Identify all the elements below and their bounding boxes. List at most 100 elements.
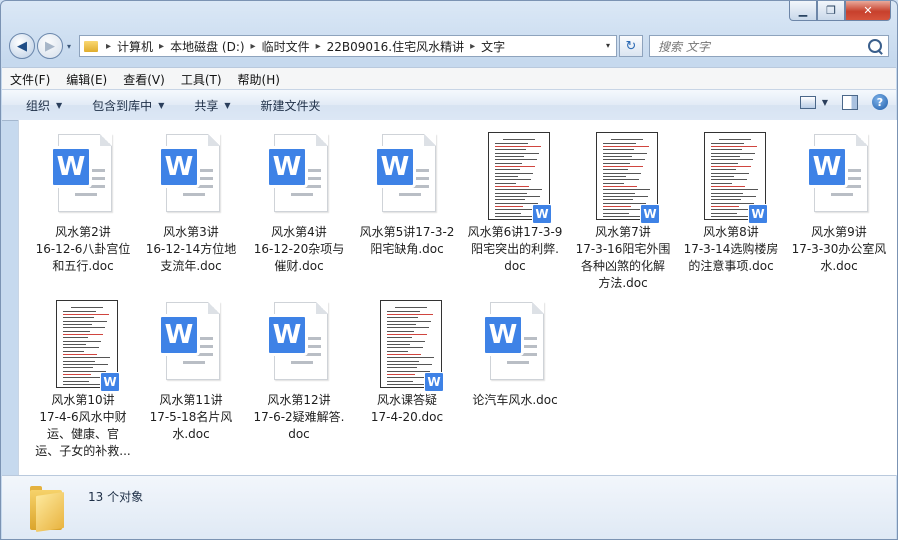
search-box[interactable] [649, 35, 889, 57]
file-name-line: 17-6-2疑难解答. [253, 410, 345, 424]
breadcrumb-computer[interactable]: 计算机 [117, 38, 153, 55]
explorer-window: ▁ ❐ ✕ ◀ ▶ ▾ ▸ 计算机 ▸ 本地磁盘 (D:) ▸ 临时文件 ▸ 2… [0, 0, 898, 540]
file-name-line: 运、健康、官 [46, 427, 119, 441]
file-name-line: 阳宅突出的利弊. [471, 242, 559, 256]
file-name: 风水第5讲17-3-2 阳宅缺角.doc [353, 224, 461, 258]
breadcrumb-local-disk[interactable]: 本地磁盘 (D:) [170, 38, 244, 55]
word-logo-icon: W [158, 314, 200, 356]
file-name: 风水第7讲 17-3-16阳宅外围 各种凶煞的化解 方法.doc [569, 224, 677, 292]
word-generic-icon: W [158, 132, 224, 216]
file-name-line: 17-4-20.doc [370, 410, 444, 424]
item-count: 13 个对象 [88, 490, 144, 504]
search-input[interactable] [656, 37, 860, 57]
address-bar[interactable]: ▸ 计算机 ▸ 本地磁盘 (D:) ▸ 临时文件 ▸ 22B09016.住宅风水… [79, 35, 617, 57]
close-button[interactable]: ✕ [845, 1, 891, 21]
file-name: 风水第12讲 17-6-2疑难解答. doc [245, 392, 353, 443]
file-name-line: doc [504, 259, 526, 273]
file-list-area[interactable]: W 风水第2讲 16-12-6八卦宫位 和五行.doc W 风水第3讲 16-12-14方位… [18, 120, 897, 475]
preview-pane-icon[interactable] [842, 94, 858, 110]
breadcrumb-separator[interactable]: ▸ [470, 41, 475, 52]
file-item[interactable]: W 论汽车风水.doc [461, 300, 569, 409]
file-name-line: 风水第2讲 [55, 225, 111, 239]
file-item[interactable]: W 风水第9讲 17-3-30办公室风 水.doc [785, 132, 893, 275]
forward-button[interactable]: ▶ [37, 33, 63, 59]
file-item[interactable]: W 风水第12讲 17-6-2疑难解答. doc [245, 300, 353, 443]
menu-edit[interactable]: 编辑(E) [58, 71, 115, 88]
file-item[interactable]: W 风水第11讲 17-5-18名片风 水.doc [137, 300, 245, 443]
file-item[interactable]: W 风水课答疑 17-4-20.doc [353, 300, 461, 426]
file-name: 风水第9讲 17-3-30办公室风 水.doc [785, 224, 893, 275]
menu-help[interactable]: 帮助(H) [230, 71, 288, 88]
file-item[interactable]: W 风水第10讲 17-4-6风水中财 运、健康、官 运、子女的补救... [29, 300, 137, 460]
file-item[interactable]: W 风水第7讲 17-3-16阳宅外围 各种凶煞的化解 方法.doc [569, 132, 677, 292]
file-name-line: 16-12-14方位地 [145, 242, 237, 256]
file-item[interactable]: W 风水第6讲17-3-9 阳宅突出的利弊. doc [461, 132, 569, 275]
word-logo-icon: W [640, 204, 660, 224]
file-name-line: 风水第4讲 [271, 225, 327, 239]
file-name-line: 水.doc [172, 427, 210, 441]
file-name-line: 各种凶煞的化解 [580, 259, 665, 273]
file-name-line: 17-5-18名片风 [149, 410, 233, 424]
chevron-down-icon: ▼ [56, 100, 63, 110]
file-name: 论汽车风水.doc [461, 392, 569, 409]
file-name-line: 17-4-6风水中财 [39, 410, 127, 424]
file-name-line: 风水第12讲 [267, 393, 331, 407]
organize-button[interactable]: 组织 ▼ [2, 97, 74, 114]
minimize-button[interactable]: ▁ [789, 1, 817, 21]
file-name-line: 16-12-20杂项与 [253, 242, 345, 256]
menu-view[interactable]: 查看(V) [115, 71, 173, 88]
file-item[interactable]: W 风水第3讲 16-12-14方位地 支流年.doc [137, 132, 245, 275]
file-item[interactable]: W 风水第4讲 16-12-20杂项与 催财.doc [245, 132, 353, 275]
share-button[interactable]: 共享 ▼ [176, 97, 242, 114]
word-logo-icon: W [158, 146, 200, 188]
change-view-icon[interactable] [799, 95, 816, 109]
chevron-down-icon: ▼ [224, 100, 231, 110]
menu-bar: 文件(F) 编辑(E) 查看(V) 工具(T) 帮助(H) [2, 67, 896, 90]
menu-tools[interactable]: 工具(T) [173, 71, 230, 88]
file-name-line: 17-3-14选购楼房 [683, 242, 779, 256]
breadcrumb-separator[interactable]: ▸ [316, 41, 321, 52]
forward-arrow-icon: ▶ [45, 38, 55, 54]
file-item[interactable]: W 风水第2讲 16-12-6八卦宫位 和五行.doc [29, 132, 137, 275]
maximize-button[interactable]: ❐ [817, 1, 845, 21]
refresh-button[interactable]: ↻ [619, 35, 643, 57]
details-pane: 13 个对象 [2, 475, 896, 539]
file-name-line: 17-3-16阳宅外围 [575, 242, 671, 256]
file-name-line: 风水第7讲 [595, 225, 651, 239]
search-icon[interactable] [868, 39, 882, 53]
help-icon[interactable]: ? [872, 94, 888, 110]
breadcrumb-course-folder[interactable]: 22B09016.住宅风水精讲 [327, 38, 465, 55]
address-dropdown-icon[interactable]: ▾ [606, 41, 610, 50]
file-item[interactable]: W 风水第8讲 17-3-14选购楼房 的注意事项.doc [677, 132, 785, 275]
file-item[interactable]: W 风水第5讲17-3-2 阳宅缺角.doc [353, 132, 461, 258]
back-button[interactable]: ◀ [9, 33, 35, 59]
word-generic-icon: W [266, 300, 332, 384]
word-generic-icon: W [158, 300, 224, 384]
share-label: 共享 [194, 98, 219, 113]
breadcrumb-temp-files[interactable]: 临时文件 [262, 38, 310, 55]
chevron-down-icon: ▼ [158, 100, 165, 110]
breadcrumb-separator[interactable]: ▸ [106, 41, 111, 52]
menu-file[interactable]: 文件(F) [2, 71, 58, 88]
file-name: 风水第8讲 17-3-14选购楼房 的注意事项.doc [677, 224, 785, 275]
recent-pages-dropdown[interactable]: ▾ [67, 42, 71, 51]
file-name-line: 风水第3讲 [163, 225, 219, 239]
word-logo-icon: W [100, 372, 120, 392]
breadcrumb-text-folder[interactable]: 文字 [481, 38, 505, 55]
file-name-line: 风水第5讲17-3-2 [359, 225, 455, 239]
file-name-line: 风水第9讲 [811, 225, 867, 239]
new-folder-label: 新建文件夹 [260, 98, 321, 113]
view-options-dropdown-icon[interactable]: ▼ [822, 98, 828, 107]
new-folder-button[interactable]: 新建文件夹 [243, 97, 333, 114]
word-generic-icon: W [806, 132, 872, 216]
navigation-buttons: ◀ ▶ ▾ [9, 33, 71, 59]
file-name-line: 风水第11讲 [159, 393, 223, 407]
include-in-library-button[interactable]: 包含到库中 ▼ [74, 97, 176, 114]
breadcrumb-separator[interactable]: ▸ [159, 41, 164, 52]
folder-large-icon [28, 486, 64, 532]
word-logo-icon: W [748, 204, 768, 224]
include-in-library-label: 包含到库中 [92, 98, 153, 113]
breadcrumb-separator[interactable]: ▸ [251, 41, 256, 52]
word-logo-icon: W [806, 146, 848, 188]
word-logo-icon: W [532, 204, 552, 224]
